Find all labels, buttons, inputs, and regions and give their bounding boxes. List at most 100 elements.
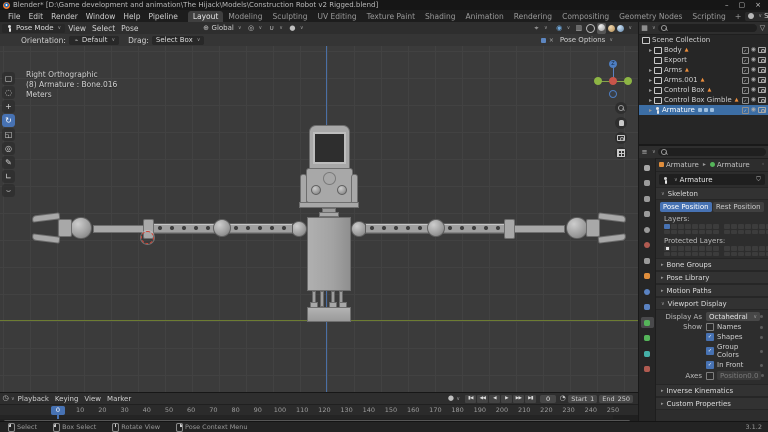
timeline-menu-playback[interactable]: Playback	[15, 395, 52, 403]
clear-button[interactable]: ×	[549, 37, 554, 44]
breakdowner-tool[interactable]: ⌣	[2, 184, 15, 197]
layer-cell[interactable]	[713, 230, 719, 235]
tab-bone[interactable]	[641, 333, 654, 344]
layer-cell[interactable]	[731, 252, 737, 257]
measure-tool[interactable]: ∟	[2, 170, 15, 183]
layer-cell[interactable]	[713, 246, 719, 251]
layer-cell[interactable]	[699, 230, 705, 235]
camera-view-button[interactable]	[615, 132, 627, 144]
viewport-canvas[interactable]: Z ▢◌+↻◱◎✎∟⌣ Right Orthographic (8) Armat…	[0, 46, 638, 392]
tweak-select-tool[interactable]: ▢	[2, 72, 15, 85]
disable-render-camera-icon[interactable]	[758, 87, 766, 93]
pin-icon[interactable]: ◦	[761, 161, 765, 168]
scene-selector[interactable]: ∨ Scene ×	[745, 12, 768, 21]
tab-texture[interactable]	[641, 364, 654, 375]
animate-dot[interactable]	[761, 374, 764, 377]
layer-cell[interactable]	[706, 252, 712, 257]
layer-cell[interactable]	[692, 246, 698, 251]
hide-eye-icon[interactable]: ◉	[751, 57, 756, 63]
layer-cell[interactable]	[745, 246, 751, 251]
workspace-tab-rendering[interactable]: Rendering	[509, 11, 557, 22]
orientation-setting-dropdown[interactable]: ⌁ Default ∨	[69, 36, 119, 45]
exclude-checkbox[interactable]: ✓	[742, 87, 749, 94]
hide-eye-icon[interactable]: ◉	[751, 107, 756, 113]
layer-cell[interactable]	[724, 246, 730, 251]
layer-cell[interactable]	[678, 224, 684, 229]
layer-cell[interactable]	[745, 252, 751, 257]
breadcrumb-data[interactable]: Armature	[717, 161, 750, 169]
layer-cell[interactable]	[731, 246, 737, 251]
move-tool[interactable]: +	[2, 100, 15, 113]
disclosure-arrow[interactable]: ▸	[647, 107, 654, 114]
properties-search-input[interactable]	[658, 148, 766, 156]
tab-object[interactable]	[641, 271, 654, 282]
layer-cell[interactable]	[745, 230, 751, 235]
layer-cell[interactable]	[752, 230, 758, 235]
shapes-checkbox[interactable]: ✓	[706, 333, 714, 341]
layer-cell[interactable]	[759, 224, 765, 229]
layer-cell[interactable]	[664, 224, 670, 229]
display-as-dropdown[interactable]: Octahedral∨	[706, 312, 760, 321]
tab-world[interactable]	[641, 240, 654, 251]
tab-scene[interactable]	[641, 224, 654, 235]
disclosure-arrow[interactable]: ▸	[647, 67, 654, 74]
minimize-button[interactable]: –	[725, 1, 729, 9]
inverse-kinematics-panel-header[interactable]: ▸Inverse Kinematics	[656, 384, 768, 397]
axes-checkbox[interactable]	[706, 372, 714, 380]
brush-icon[interactable]	[541, 38, 546, 43]
menu-pipeline[interactable]: Pipeline	[144, 12, 181, 21]
tab-output[interactable]	[641, 193, 654, 204]
workspace-tab-shading[interactable]: Shading	[420, 11, 460, 22]
bone-groups-panel-header[interactable]: ▸Bone Groups	[656, 258, 768, 271]
outliner-row-control-box[interactable]: ▸Control Box▲✓◉	[639, 85, 768, 95]
group-colors-checkbox[interactable]: ✓	[706, 347, 714, 355]
disable-render-camera-icon[interactable]	[758, 107, 766, 113]
layer-cell[interactable]	[671, 252, 677, 257]
exclude-checkbox[interactable]: ✓	[742, 97, 749, 104]
layer-cell[interactable]	[706, 224, 712, 229]
layer-cell[interactable]	[713, 224, 719, 229]
tab-constraints[interactable]	[641, 302, 654, 313]
cursor-tool[interactable]: ◌	[2, 86, 15, 99]
layer-cell[interactable]	[724, 252, 730, 257]
menu-edit[interactable]: Edit	[25, 12, 48, 21]
gizmo-neg-y-axis[interactable]	[624, 77, 632, 85]
datablock-name-field[interactable]: ∨ Armature ⛉	[659, 174, 765, 185]
layer-cell[interactable]	[752, 224, 758, 229]
gizmo-y-axis[interactable]	[594, 77, 602, 85]
disclosure-arrow[interactable]: ▸	[647, 47, 654, 54]
layer-cell[interactable]	[745, 224, 751, 229]
pose-position-button[interactable]: Pose Position	[660, 202, 712, 212]
disclosure-arrow[interactable]: ▸	[647, 87, 654, 94]
axes-position-slider[interactable]: Position 0.0	[717, 371, 761, 380]
filter-funnel-icon[interactable]: ▽	[759, 25, 766, 32]
tab-tool[interactable]	[641, 162, 654, 173]
breadcrumb-object[interactable]: Armature	[666, 161, 699, 169]
layer-cell[interactable]	[752, 246, 758, 251]
transform-tool[interactable]: ◎	[2, 142, 15, 155]
layer-cell[interactable]	[706, 246, 712, 251]
preview-range-clock-icon[interactable]: ◔	[559, 395, 566, 402]
workspace-tab-animation[interactable]: Animation	[461, 11, 509, 22]
workspace-tab-geometry-nodes[interactable]: Geometry Nodes	[614, 11, 687, 22]
animate-dot[interactable]	[760, 350, 763, 353]
layer-cell[interactable]	[685, 252, 691, 257]
menu-window[interactable]: Window	[82, 12, 120, 21]
frame-end-field[interactable]: End 250	[599, 395, 633, 403]
layer-cell[interactable]	[678, 246, 684, 251]
gizmo-neg-z-axis[interactable]	[609, 90, 617, 98]
auto-key-record-icon[interactable]: ●	[447, 395, 454, 402]
timeline-menu-view[interactable]: View	[81, 395, 104, 403]
drag-setting-dropdown[interactable]: Select Box ∨	[152, 36, 205, 45]
names-checkbox[interactable]	[706, 323, 714, 331]
disable-render-camera-icon[interactable]	[758, 67, 766, 73]
tab-object-data[interactable]	[641, 317, 654, 328]
rendered-shading-button[interactable]	[617, 25, 624, 32]
layer-cell[interactable]	[664, 230, 670, 235]
prev-keyframe-button[interactable]: ◀◀	[477, 395, 488, 403]
layer-cell[interactable]	[724, 230, 730, 235]
exclude-checkbox[interactable]: ✓	[742, 77, 749, 84]
disable-render-camera-icon[interactable]	[758, 57, 766, 63]
layer-cell[interactable]	[671, 230, 677, 235]
layer-cell[interactable]	[699, 224, 705, 229]
